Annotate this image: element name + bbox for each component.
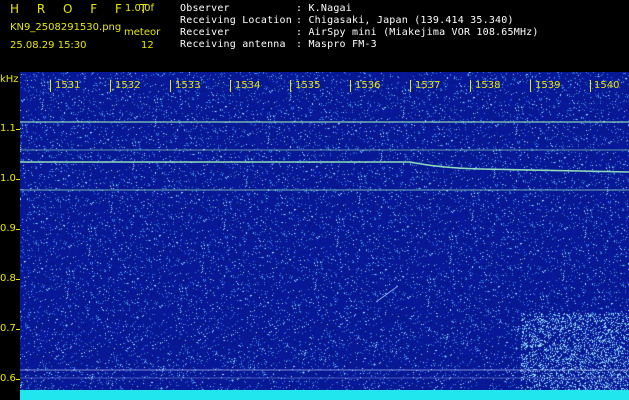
info-value-antenna: : Maspro FM-3	[296, 39, 377, 50]
x-tick-mark	[290, 80, 291, 92]
x-tick-1533: 1533	[175, 80, 201, 91]
y-tick-0-9: 0.9	[0, 223, 16, 234]
info-value-location: : Chigasaki, Japan (139.414 35.340)	[296, 15, 514, 26]
info-label-location: Receiving Location	[180, 15, 292, 26]
x-tick-mark	[410, 80, 411, 92]
y-tick-mark	[16, 179, 20, 180]
file-name: KN9_2508291530.png	[10, 22, 122, 33]
x-tick-1534: 1534	[235, 80, 261, 91]
info-value-receiver: : AirSpy mini (Miakejima VOR 108.65MHz)	[296, 27, 539, 38]
x-tick-1532: 1532	[115, 80, 141, 91]
x-tick-1538: 1538	[475, 80, 501, 91]
info-label-antenna: Receiving antenna	[180, 39, 286, 50]
x-tick-mark	[110, 80, 111, 92]
y-tick-mark	[16, 379, 20, 380]
x-tick-1539: 1539	[535, 80, 561, 91]
meteor-count: 12	[141, 40, 154, 51]
x-tick-1540: 1540	[594, 80, 620, 91]
x-tick-mark	[470, 80, 471, 92]
x-tick-mark	[590, 80, 591, 92]
spectrogram-plot[interactable]	[20, 72, 629, 400]
baseline-bar	[20, 390, 629, 400]
y-tick-mark	[16, 229, 20, 230]
x-tick-mark	[50, 80, 51, 92]
y-tick-mark	[16, 279, 20, 280]
app-version: 1.0.0f	[125, 3, 154, 14]
x-tick-1535: 1535	[295, 80, 321, 91]
y-tick-1-1: 1.1	[0, 123, 16, 134]
meteor-streak	[375, 285, 399, 303]
info-label-receiver: Receiver	[180, 27, 230, 38]
info-value-observer: : K.Nagai	[296, 3, 352, 14]
x-tick-mark	[530, 80, 531, 92]
spectrogram-overlay	[20, 121, 629, 379]
y-tick-0-7: 0.7	[0, 323, 16, 334]
y-tick-mark	[16, 329, 20, 330]
y-tick-0-6: 0.6	[0, 373, 16, 384]
x-tick-1531: 1531	[55, 80, 81, 91]
x-tick-mark	[350, 80, 351, 92]
meteor-label: meteor	[124, 27, 161, 38]
x-tick-mark	[230, 80, 231, 92]
x-tick-1536: 1536	[355, 80, 381, 91]
y-tick-1-0: 1.0	[0, 173, 16, 184]
date-time: 25.08.29 15:30	[10, 40, 87, 51]
y-tick-0-8: 0.8	[0, 273, 16, 284]
signal-line-3	[20, 161, 629, 173]
header-panel: H R O F F T 1.0.0f KN9_2508291530.png 25…	[0, 0, 629, 72]
x-tick-mark	[170, 80, 171, 92]
info-label-observer: Observer	[180, 3, 230, 14]
y-axis-unit: kHz	[0, 74, 19, 85]
x-tick-1537: 1537	[415, 80, 441, 91]
y-tick-mark	[16, 129, 20, 130]
